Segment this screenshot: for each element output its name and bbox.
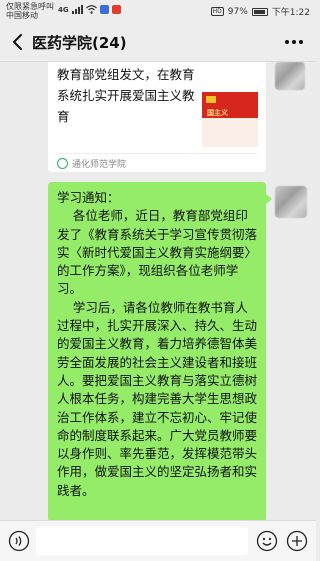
status-icons: 4G [58,5,121,14]
divider [57,153,257,154]
status-right: HD 97% 下午1:22 [210,5,310,18]
chat-area[interactable]: 教育部党组发文，在教育系统扎实开展爱国主义教育 国主义 通化师范学院 学习通知：… [0,62,316,520]
shared-article-card[interactable]: 教育部党组发文，在教育系统扎实开展爱国主义教育 国主义 通化师范学院 [48,62,266,172]
article-title: 教育部党组发文，在教育系统扎实开展爱国主义教育 [57,67,195,124]
voice-icon[interactable] [8,530,30,552]
network-type: 4G [58,5,69,14]
input-bar [0,520,316,561]
carrier-info: 仅限紧急呼叫 中国移动 [6,2,54,20]
carrier-line-1: 仅限紧急呼叫 [6,2,54,11]
source-name: 通化师范学院 [72,160,127,170]
carrier-line-2: 中国移动 [6,11,38,20]
signal-icon [71,5,83,14]
app-notification-icon [111,5,121,14]
wifi-icon [85,5,97,14]
article-thumbnail: 国主义 [202,92,258,147]
message-input[interactable] [36,527,248,555]
battery-icon [251,7,268,16]
avatar[interactable] [275,186,307,218]
avatar[interactable] [275,62,305,90]
more-dots-icon[interactable] [284,32,304,52]
clock: 下午1:22 [271,8,310,18]
flag-icon [206,96,216,103]
status-bar: 仅限紧急呼叫 中国移动 4G HD 97% 下午1:22 [0,0,316,22]
hd-icon: HD [210,7,224,16]
battery-percent: 97% [227,6,248,17]
plus-icon[interactable] [286,530,308,552]
article-source: 通化师范学院 [57,157,126,170]
chat-header: 医药学院(24) [0,22,316,62]
message-text: 学习通知： 各位老师，近日，教育部党组印发了《教育系统关于学习宣传贯彻落实〈新时… [57,190,258,498]
emoji-icon[interactable] [256,530,278,552]
official-account-icon [57,158,68,169]
message-bubble[interactable]: 学习通知： 各位老师，近日，教育部党组印发了《教育系统关于学习宣传贯彻落实〈新时… [48,182,272,520]
chevron-left-icon[interactable] [8,30,28,54]
app-notification-icon [99,5,109,14]
thumbnail-text: 国主义 [207,109,228,117]
chat-title: 医药学院(24) [32,34,127,52]
